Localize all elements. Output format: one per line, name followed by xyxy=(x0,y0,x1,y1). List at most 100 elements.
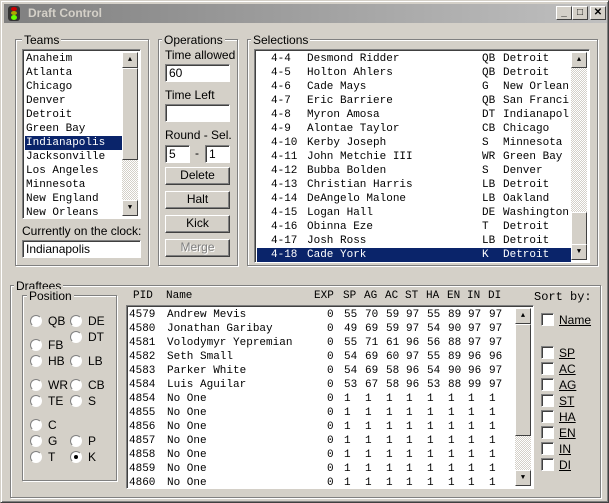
team-list-item[interactable]: Anaheim xyxy=(25,52,122,66)
team-list-item[interactable]: Indianapolis xyxy=(25,136,122,150)
draftee-row[interactable]: 4582 Seth Small 0 54 69 60 97 55 89 96 96 xyxy=(127,350,515,364)
column-header-name[interactable]: Name xyxy=(166,290,192,302)
sort-di-checkbox[interactable]: DI xyxy=(541,458,571,472)
sort-in-checkbox[interactable]: IN xyxy=(541,442,571,456)
selection-row[interactable]: 4-4 Desmond Ridder QB Detroit xyxy=(257,52,571,66)
draftee-row[interactable]: 4860 No One 0 1 1 1 1 1 1 1 1 xyxy=(127,476,515,490)
sort-ac-checkbox[interactable]: AC xyxy=(541,362,576,376)
selection-row[interactable]: 4-9 Alontae Taylor CB Chicago xyxy=(257,122,571,136)
scroll-up-icon[interactable]: ▲ xyxy=(122,52,138,68)
position-radio-qb[interactable]: QB xyxy=(30,314,65,328)
selection-row[interactable]: 4-7 Eric Barriere QB San Franci xyxy=(257,94,571,108)
on-clock-field[interactable]: Indianapolis xyxy=(22,240,141,258)
position-radio-lb[interactable]: LB xyxy=(70,354,103,368)
selections-listbox[interactable]: ▲ ▼ 4-4 Desmond Ridder QB Detroit 4-5 Holton … xyxy=(254,49,590,263)
draftee-row[interactable]: 4579 Andrew Mevis 0 55 70 59 97 55 89 97 97 xyxy=(127,308,515,322)
column-header-en[interactable]: EN xyxy=(447,290,460,302)
selection-row[interactable]: 4-11 John Metchie III WR Green Bay xyxy=(257,150,571,164)
sort-ag-checkbox[interactable]: AG xyxy=(541,378,576,392)
position-radio-p[interactable]: P xyxy=(70,434,96,448)
selection-row[interactable]: 4-14 DeAngelo Malone LB Oakland xyxy=(257,192,571,206)
team-list-item[interactable]: Chicago xyxy=(25,80,122,94)
title-bar[interactable]: Draft Control _ □ ✕ xyxy=(4,4,607,23)
draftee-row[interactable]: 4859 No One 0 1 1 1 1 1 1 1 1 xyxy=(127,462,515,476)
sort-sp-checkbox[interactable]: SP xyxy=(541,346,575,360)
kick-button[interactable]: Kick xyxy=(165,215,230,233)
column-header-sp[interactable]: SP xyxy=(343,290,356,302)
team-list-item[interactable]: New Orleans xyxy=(25,206,122,220)
delete-button[interactable]: Delete xyxy=(165,167,230,185)
scroll-down-icon[interactable]: ▼ xyxy=(122,200,138,216)
team-list-item[interactable]: Detroit xyxy=(25,108,122,122)
position-radio-g[interactable]: G xyxy=(30,434,57,448)
teams-listbox[interactable]: ▲ ▼ Anaheim Atlanta Chicago Denver Detroit Gr… xyxy=(22,49,141,219)
draftee-row[interactable]: 4858 No One 0 1 1 1 1 1 1 1 1 xyxy=(127,448,515,462)
selection-row[interactable]: 4-18 Cade York K Detroit xyxy=(257,248,571,262)
position-radio-de[interactable]: DE xyxy=(70,314,105,328)
draftee-row[interactable]: 4580 Jonathan Garibay 0 49 69 59 97 54 90 97 97 xyxy=(127,322,515,336)
team-list-item[interactable]: New England xyxy=(25,192,122,206)
selection-row[interactable]: 4-15 Logan Hall DE Washington xyxy=(257,206,571,220)
position-radio-dt[interactable]: DT xyxy=(70,330,104,344)
scroll-down-icon[interactable]: ▼ xyxy=(515,470,531,486)
position-radio-hb[interactable]: HB xyxy=(30,354,65,368)
scroll-up-icon[interactable]: ▲ xyxy=(515,308,531,324)
draftee-row[interactable]: 4583 Parker White 0 54 69 58 96 54 90 96 97 xyxy=(127,364,515,378)
position-radio-cb[interactable]: CB xyxy=(70,378,105,392)
sel-input[interactable]: 1 xyxy=(205,145,230,163)
selection-row[interactable]: 4-5 Holton Ahlers QB Detroit xyxy=(257,66,571,80)
teams-scrollbar[interactable]: ▲ ▼ xyxy=(122,52,138,216)
draftee-row[interactable]: 4857 No One 0 1 1 1 1 1 1 1 1 xyxy=(127,434,515,448)
selections-scrollbar[interactable]: ▲ ▼ xyxy=(571,52,587,260)
draftees-scrollbar[interactable]: ▲ ▼ xyxy=(515,308,531,486)
selection-row[interactable]: 4-8 Myron Amosa DT Indianapol xyxy=(257,108,571,122)
draftee-row[interactable]: 4854 No One 0 1 1 1 1 1 1 1 1 xyxy=(127,392,515,406)
draftee-row[interactable]: 4581 Volodymyr Yepremian 0 55 71 61 96 56 88 97 97 xyxy=(127,336,515,350)
column-header-ac[interactable]: AC xyxy=(385,290,398,302)
team-list-item[interactable]: Green Bay xyxy=(25,122,122,136)
column-header-pid[interactable]: PID xyxy=(133,290,153,302)
team-list-item[interactable]: Minnesota xyxy=(25,178,122,192)
team-list-item[interactable]: Denver xyxy=(25,94,122,108)
position-radio-fb[interactable]: FB xyxy=(30,338,63,352)
column-header-ha[interactable]: HA xyxy=(426,290,439,302)
sort-ha-checkbox[interactable]: HA xyxy=(541,410,576,424)
scroll-down-icon[interactable]: ▼ xyxy=(571,244,587,260)
position-radio-t[interactable]: T xyxy=(30,450,55,464)
column-header-di[interactable]: DI xyxy=(488,290,501,302)
draftee-row[interactable]: 4584 Luis Aguilar 0 53 67 58 96 53 88 99 97 xyxy=(127,378,515,392)
team-list-item[interactable]: Los Angeles xyxy=(25,164,122,178)
column-header-in[interactable]: IN xyxy=(467,290,480,302)
scroll-thumb[interactable] xyxy=(515,324,531,436)
selection-row[interactable]: 4-17 Josh Ross LB Detroit xyxy=(257,234,571,248)
minimize-button[interactable]: _ xyxy=(556,6,572,20)
sort-st-checkbox[interactable]: ST xyxy=(541,394,574,408)
draftees-listbox[interactable]: ▲ ▼ 4579 Andrew Mevis 0 55 70 59 97 55 89 97 97 458… xyxy=(126,305,534,489)
time-allowed-input[interactable]: 60 xyxy=(165,64,230,82)
close-button[interactable]: ✕ xyxy=(590,6,606,20)
position-radio-te[interactable]: TE xyxy=(30,394,63,408)
scroll-thumb[interactable] xyxy=(122,68,138,160)
sort-name-checkbox[interactable]: Name xyxy=(541,313,591,327)
round-input[interactable]: 5 xyxy=(165,145,190,163)
time-left-input[interactable] xyxy=(165,104,230,122)
sort-en-checkbox[interactable]: EN xyxy=(541,426,576,440)
draftee-row[interactable]: 4856 No One 0 1 1 1 1 1 1 1 1 xyxy=(127,420,515,434)
position-radio-c[interactable]: C xyxy=(30,418,57,432)
draftee-row[interactable]: 4855 No One 0 1 1 1 1 1 1 1 1 xyxy=(127,406,515,420)
maximize-button[interactable]: □ xyxy=(572,6,588,20)
selection-row[interactable]: 4-16 Obinna Eze T Detroit xyxy=(257,220,571,234)
selection-row[interactable]: 4-10 Kerby Joseph S Minnesota xyxy=(257,136,571,150)
column-header-exp[interactable]: EXP xyxy=(314,290,334,302)
position-radio-k[interactable]: K xyxy=(70,450,96,464)
team-list-item[interactable]: Atlanta xyxy=(25,66,122,80)
halt-button[interactable]: Halt xyxy=(165,191,230,209)
scroll-up-icon[interactable]: ▲ xyxy=(571,52,587,68)
selection-row[interactable]: 4-12 Bubba Bolden S Denver xyxy=(257,164,571,178)
position-radio-s[interactable]: S xyxy=(70,394,96,408)
column-header-st[interactable]: ST xyxy=(405,290,418,302)
scroll-thumb[interactable] xyxy=(571,212,587,246)
team-list-item[interactable]: Jacksonville xyxy=(25,150,122,164)
selection-row[interactable]: 4-6 Cade Mays G New Orlean xyxy=(257,80,571,94)
column-header-ag[interactable]: AG xyxy=(364,290,377,302)
